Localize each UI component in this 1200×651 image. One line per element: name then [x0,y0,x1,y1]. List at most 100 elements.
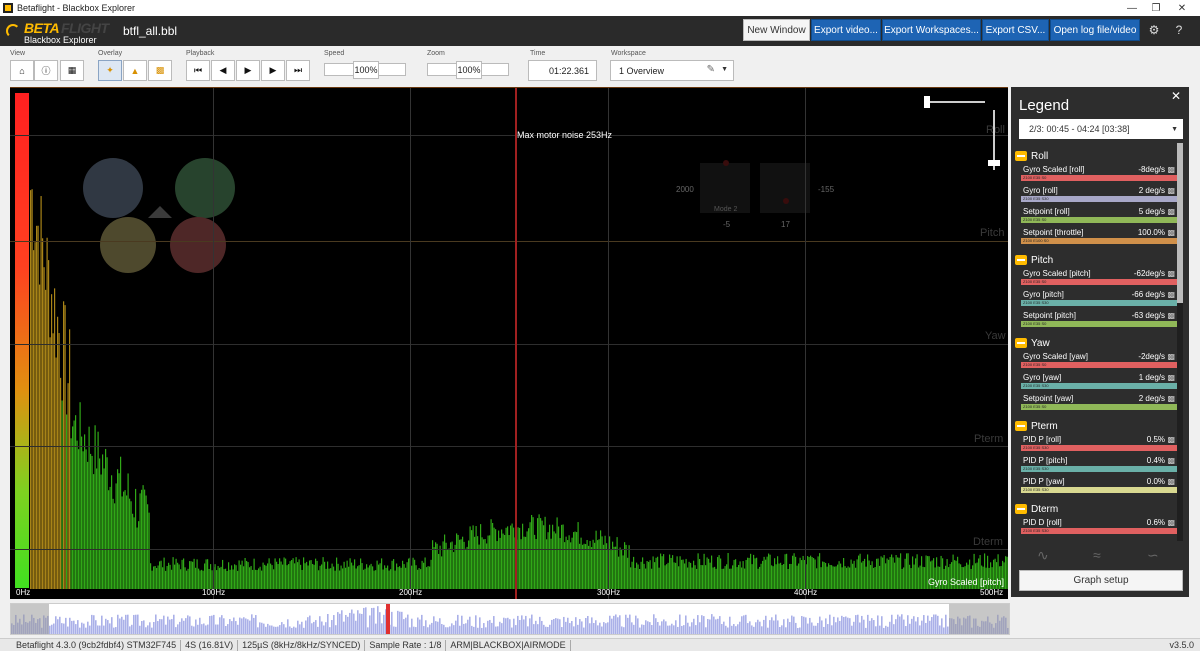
legend-item[interactable]: Setpoint [roll] 5 deg/s ▩ Z100 E35 S0 [1019,205,1177,226]
overview-cursor [386,604,390,634]
legend-group-header[interactable]: Pterm [1015,419,1177,433]
toolbar: View Overlay Playback Speed Zoom Time Wo… [0,46,1200,86]
axis-strip [10,589,1008,599]
legend-item[interactable]: Gyro [pitch] -66 deg/s ▩ Z100 E35 S30 [1019,288,1177,309]
legend-item-value: -62deg/s [1133,269,1165,278]
legend-group-header[interactable]: Pitch [1015,253,1177,267]
new-window-button[interactable]: New Window [743,19,810,41]
freq-tick: 500Hz [980,588,1004,597]
horizontal-zoom-handle[interactable] [924,96,930,108]
legend-item[interactable]: Gyro Scaled [yaw] -2deg/s ▩ Z100 E35 S0 [1019,350,1177,371]
legend-item-bar: Z100 E100 S0 [1021,238,1177,244]
legend-group-pitch: Pitch Gyro Scaled [pitch] -62deg/s ▩ Z100 E3… [1015,253,1177,330]
analyser-icon[interactable]: ▩ [1167,456,1175,465]
legend-item-value: 100.0% [1137,228,1165,237]
analyser-icon[interactable]: ▩ [1167,269,1175,278]
max-noise-label: Max motor noise 253Hz [517,130,613,140]
sticks-overlay-icon[interactable]: ▲ [123,60,147,81]
legend-item[interactable]: Gyro [yaw] 1 deg/s ▩ Z100 E35 S30 [1019,371,1177,392]
legend-scrollbar[interactable] [1177,143,1183,541]
table-view-icon[interactable]: ▦ [60,60,84,81]
horizontal-zoom-slider[interactable] [925,101,985,103]
overview-mask-left [11,604,49,634]
propeller-icon [6,24,20,38]
info-icon[interactable]: ⓘ [34,60,58,81]
analyser-icon[interactable]: ▩ [1167,207,1175,216]
workspace-select[interactable]: 1 Overview ✎ ▼ [610,60,734,81]
legend-item[interactable]: Setpoint [throttle] 100.0% ▩ Z100 E100 S0 [1019,226,1177,247]
legend-item[interactable]: Gyro [roll] 2 deg/s ▩ Z100 E35 S30 [1019,184,1177,205]
legend-scroll-thumb[interactable] [1177,143,1183,303]
legend-item[interactable]: PID P [roll] 0.5% ▩ Z100 E35 S30 [1019,433,1177,454]
close-window-icon[interactable]: ✕ [1170,0,1194,16]
legend-item[interactable]: Gyro Scaled [roll] -8deg/s ▩ Z100 E35 S0 [1019,163,1177,184]
craft-overlay-icon[interactable]: ✦ [98,60,122,81]
collapse-icon[interactable] [1015,504,1027,514]
speed-value[interactable]: 100% [353,61,379,79]
chevron-down-icon[interactable]: ▼ [1171,126,1178,133]
legend-item[interactable]: PID P [pitch] 0.4% ▩ Z100 E35 S30 [1019,454,1177,475]
zoom-value[interactable]: 100% [456,61,482,79]
jump-start-icon[interactable]: ⏮ [186,60,210,81]
legend-item-bar: Z100 E35 S30 [1021,466,1177,472]
collapse-icon[interactable] [1015,151,1027,161]
analyser-icon[interactable]: ▩ [1167,165,1175,174]
analyser-icon[interactable]: ▩ [1167,290,1175,299]
open-log-button[interactable]: Open log file/video [1050,19,1140,41]
log-overview[interactable] [10,603,1010,635]
legend-group-header[interactable]: Dterm [1015,502,1177,516]
overview-bars [11,606,1009,634]
analyser-icon[interactable]: ▩ [1167,518,1175,527]
legend-item[interactable]: PID P [yaw] 0.0% ▩ Z100 E35 S30 [1019,475,1177,496]
collapse-icon[interactable] [1015,421,1027,431]
legend-item[interactable]: Setpoint [pitch] -63 deg/s ▩ Z100 E35 S0 [1019,309,1177,330]
legend-item[interactable]: Setpoint [yaw] 2 deg/s ▩ Z100 E35 S0 [1019,392,1177,413]
legend-item-value: -8deg/s [1138,165,1165,174]
analyser-icon[interactable]: ▩ [1167,352,1175,361]
legend-group-header[interactable]: Yaw [1015,336,1177,350]
spectrum-reset-icon[interactable]: ∽ [1147,547,1159,564]
time-input[interactable]: 01:22.361 [528,60,597,81]
legend-item[interactable]: PID D [roll] 0.6% ▩ Z100 E35 S30 [1019,516,1177,537]
play-icon[interactable]: ▶ [236,60,260,81]
spectrum-toggle-icon[interactable]: ∿ [1037,547,1049,564]
overlay-label-pitch: Pitch [980,227,1005,239]
graph-setup-button[interactable]: Graph setup [1019,570,1183,591]
step-back-icon[interactable]: ◀ [211,60,235,81]
legend-group-header[interactable]: Roll [1015,149,1177,163]
battery-info: 4S (16.81V) [181,639,239,651]
pencil-icon[interactable]: ✎ [707,64,715,75]
close-legend-icon[interactable]: ✕ [1171,89,1181,103]
maximize-icon[interactable]: ❐ [1144,0,1168,16]
collapse-icon[interactable] [1015,255,1027,265]
analyser-icon[interactable]: ▩ [1167,228,1175,237]
analyser-icon[interactable]: ▩ [1167,373,1175,382]
analyser-icon[interactable]: ▩ [1167,477,1175,486]
zoom-slider[interactable]: 100% [427,61,509,79]
legend-item-name: Setpoint [yaw] [1023,394,1074,403]
step-forward-icon[interactable]: ▶ [261,60,285,81]
home-icon[interactable]: ⌂ [10,60,34,81]
vertical-zoom-handle[interactable] [988,160,1000,166]
gear-icon[interactable]: ⚙ [1146,21,1162,39]
export-workspaces-button[interactable]: Export Workspaces... [882,19,981,41]
speed-slider[interactable]: 100% [324,61,406,79]
help-icon[interactable]: ? [1171,21,1187,39]
spectrum-mode-icon[interactable]: ≈ [1093,547,1101,563]
export-csv-button[interactable]: Export CSV... [982,19,1049,41]
spectrum-graph[interactable]: Max motor noise 253Hz Gyro Scaled [pitch… [10,87,1008,599]
analyser-overlay-icon[interactable]: ▩ [148,60,172,81]
analyser-icon[interactable]: ▩ [1167,311,1175,320]
log-range-select[interactable]: 2/3: 00:45 - 04:24 [03:38] ▼ [1019,119,1183,139]
chevron-down-icon[interactable]: ▼ [721,66,728,73]
jump-end-icon[interactable]: ⏭ [286,60,310,81]
log-filename: btfl_all.bbl [123,24,178,38]
logo-subtitle: Blackbox Explorer [24,35,97,45]
analyser-icon[interactable]: ▩ [1167,394,1175,403]
collapse-icon[interactable] [1015,338,1027,348]
minimize-icon[interactable]: — [1120,0,1144,16]
analyser-icon[interactable]: ▩ [1167,435,1175,444]
export-video-button[interactable]: Export video... [811,19,881,41]
legend-item[interactable]: Gyro Scaled [pitch] -62deg/s ▩ Z100 E35 S0 [1019,267,1177,288]
analyser-icon[interactable]: ▩ [1167,186,1175,195]
